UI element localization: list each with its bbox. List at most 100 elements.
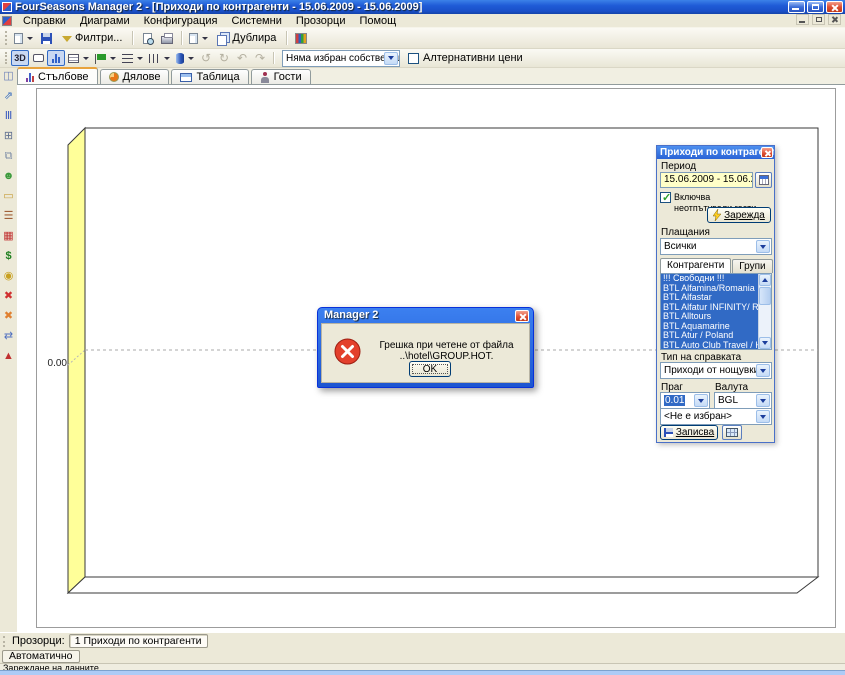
orbit-left-button[interactable]: ↶ [233, 50, 251, 66]
list-scrollbar[interactable] [758, 274, 771, 349]
chevron-down-icon [760, 245, 766, 249]
cylinder-button[interactable] [173, 50, 197, 66]
include-guests-checkbox[interactable] [660, 192, 671, 203]
list-item[interactable]: BTL Aquamarine [661, 322, 758, 332]
toggle-3d-button[interactable]: 3D [11, 50, 29, 66]
mdi-minimize-icon[interactable] [796, 14, 809, 25]
payments-value: Всички [664, 241, 696, 252]
export-chart-button[interactable] [291, 29, 311, 47]
threshold-select[interactable]: 0.01 [660, 392, 710, 409]
list-item[interactable]: BTL Alfamina/Romania [661, 284, 758, 294]
save-button[interactable] [36, 29, 56, 47]
menu-sistemni[interactable]: Системни [224, 14, 288, 28]
automatic-button[interactable]: Автоматично [2, 650, 80, 663]
toolbar-grip[interactable] [3, 636, 6, 647]
tab-gosti[interactable]: Гости [251, 69, 311, 84]
restore-icon[interactable] [807, 1, 824, 13]
panel-close-icon[interactable] [761, 147, 773, 158]
scroll-thumb[interactable] [759, 287, 771, 305]
tab-tablica[interactable]: Таблица [171, 69, 248, 84]
load-button[interactable]: Зарежда [707, 207, 771, 223]
copy-page-icon[interactable]: ⧉ [0, 148, 17, 164]
rotate-ccw-button[interactable]: ↺ [197, 50, 215, 66]
save-report-button[interactable]: Записва [660, 425, 718, 440]
filters-button[interactable]: Филтри... [56, 29, 128, 47]
ledger-icon[interactable]: ☰ [0, 208, 17, 224]
open-window-button[interactable]: 1 Приходи по контрагенти [69, 634, 208, 648]
table-view-button[interactable] [722, 425, 742, 440]
chart-bars-icon[interactable]: Ⅲ [0, 108, 17, 124]
list-item[interactable]: !!! Свободни !!! [661, 274, 758, 284]
currency-select[interactable]: BGL [714, 392, 772, 409]
dropdown-button[interactable] [756, 410, 770, 423]
copy-button[interactable] [186, 29, 211, 47]
scroll-up-icon[interactable] [759, 274, 771, 286]
print-preview-button[interactable] [137, 29, 157, 47]
h-gridlines-button[interactable] [119, 50, 146, 66]
guests-icon[interactable]: ☻ [0, 168, 17, 184]
owner-select[interactable]: Няма избран собственици [282, 50, 400, 67]
mdi-restore-icon[interactable] [812, 14, 825, 25]
rotate-cw-button[interactable]: ↻ [215, 50, 233, 66]
list-item[interactable]: BTL Atur / Poland [661, 331, 758, 341]
dialog-close-icon[interactable] [515, 310, 529, 322]
view-tabstrip: Стълбове Дялове Таблица Гости [17, 68, 845, 85]
panel-titlebar[interactable]: Приходи по контрагенти [657, 146, 774, 159]
duplicate-label: Дублира [232, 32, 276, 44]
report-type-select[interactable]: Приходи от нощувки [660, 362, 772, 379]
labels-button[interactable] [92, 50, 119, 66]
menu-prozorci[interactable]: Прозорци [289, 14, 353, 28]
list-item[interactable]: BTL Auto Club Travel / Hunga [661, 341, 758, 350]
duplicate-button[interactable]: Дублира [211, 29, 282, 47]
list-item[interactable]: BTL Alfatur INFINITY/ Romani [661, 303, 758, 313]
alt-prices-checkbox[interactable] [408, 53, 419, 64]
orbit-right-button[interactable]: ↷ [251, 50, 269, 66]
ok-button[interactable]: OK [409, 361, 451, 377]
bar-chart-button[interactable] [47, 50, 65, 66]
hotel-select[interactable]: <Не е избран> [660, 408, 772, 425]
dropdown-button[interactable] [694, 394, 708, 407]
scroll-down-icon[interactable] [759, 337, 771, 349]
legend-button[interactable] [65, 50, 92, 66]
dollar-icon[interactable]: $ [0, 248, 17, 264]
calendar-button[interactable] [755, 172, 772, 188]
dropdown-button[interactable] [756, 240, 770, 253]
coins-icon[interactable]: ◉ [0, 268, 17, 284]
cascade-windows-icon[interactable]: ◫ [0, 68, 17, 84]
v-gridlines-button[interactable] [146, 50, 173, 66]
print-button[interactable] [157, 29, 177, 47]
mdi-close-icon[interactable] [828, 14, 841, 25]
tab-stulbove[interactable]: Стълбове [17, 67, 98, 84]
growth-icon[interactable]: ▲ [0, 348, 17, 364]
new-report-button[interactable] [11, 29, 36, 47]
tab-contractors[interactable]: Контрагенти [660, 258, 731, 273]
minimize-icon[interactable] [788, 1, 805, 13]
dropdown-button[interactable] [756, 364, 770, 377]
dialog-titlebar[interactable]: Manager 2 [321, 308, 530, 323]
transfer-icon[interactable]: ⇄ [0, 328, 17, 344]
toolbar-grip[interactable] [5, 52, 8, 65]
list-item[interactable]: BTL Alltours [661, 312, 758, 322]
dropdown-button[interactable] [756, 394, 770, 407]
list-item[interactable]: BTL Alfastar [661, 293, 758, 303]
menu-pomosht[interactable]: Помощ [352, 14, 403, 28]
calculator-icon[interactable]: ⊞ [0, 128, 17, 144]
shape-button[interactable] [29, 50, 47, 66]
tab-groups[interactable]: Групи [732, 259, 772, 273]
tab-dyalove[interactable]: Дялове [100, 69, 170, 84]
contractors-listbox[interactable]: !!! Свободни !!! BTL Alfamina/Romania BT… [660, 273, 772, 350]
toolbar-grip[interactable] [5, 31, 8, 45]
period-input[interactable]: 15.06.2009 - 15.06.2009 [660, 172, 753, 188]
dropdown-button[interactable] [384, 52, 398, 65]
window-title: FourSeasons Manager 2 - [Приходи по конт… [15, 1, 422, 13]
folder-icon[interactable]: ▭ [0, 188, 17, 204]
menu-diagrami[interactable]: Диаграми [73, 14, 137, 28]
menu-konfiguracia[interactable]: Конфигурация [137, 14, 225, 28]
menu-spravki[interactable]: Справки [16, 14, 73, 28]
cancel-icon[interactable]: ✖ [0, 288, 17, 304]
close-icon[interactable] [826, 1, 843, 13]
grid-icon[interactable]: ▦ [0, 228, 17, 244]
cancel-alarm-icon[interactable]: ✖ [0, 308, 17, 324]
export-report-icon[interactable]: ⇗ [0, 88, 17, 104]
payments-select[interactable]: Всички [660, 238, 772, 255]
